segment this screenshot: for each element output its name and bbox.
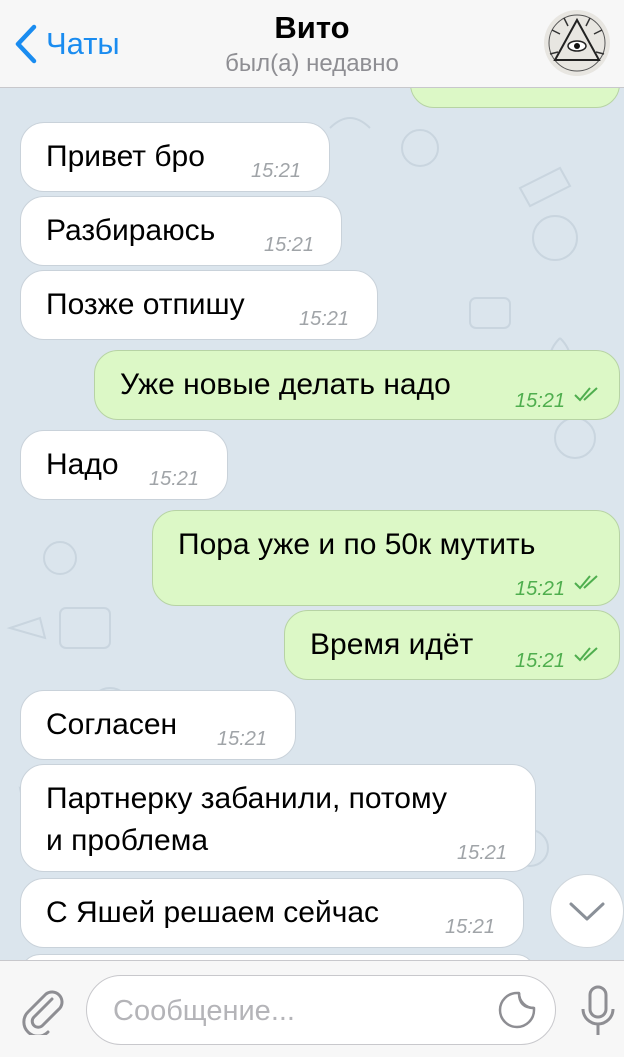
message-time: 15:21	[251, 160, 302, 182]
message-bubble-outgoing[interactable]: Пора уже и по 50к мутить 15:21	[152, 510, 620, 606]
message-time: 15:21	[217, 728, 268, 750]
sticker-icon[interactable]	[497, 990, 537, 1030]
message-bubble-partial	[410, 88, 620, 108]
chat-header: Чаты Вито был(а) недавно	[0, 0, 624, 88]
paperclip-icon[interactable]	[18, 985, 68, 1035]
message-text: Время идёт	[310, 628, 474, 661]
message-bubble-incoming[interactable]: Привет бро 15:21	[20, 122, 330, 192]
double-check-icon	[574, 647, 598, 662]
message-text: Позже отпишу	[46, 288, 245, 321]
message-bubble-outgoing[interactable]: Уже новые делать надо 15:21	[94, 350, 620, 420]
message-bubble-incoming[interactable]: Надо 15:21	[20, 430, 228, 500]
message-text-line-1: Партнерку забанили, потому	[46, 782, 447, 815]
double-check-icon	[574, 387, 598, 402]
message-bubble-outgoing[interactable]: Время идёт 15:21	[284, 610, 620, 680]
message-time: 15:21	[149, 468, 200, 490]
message-bubble-incoming[interactable]: Разбираюсь 15:21	[20, 196, 342, 266]
message-text: Разбираюсь	[46, 214, 216, 247]
contact-status: был(а) недавно	[225, 50, 399, 77]
message-text: Пора уже и по 50к мутить	[178, 528, 536, 561]
chevron-down-icon	[569, 902, 605, 921]
message-time: 15:21	[515, 390, 566, 412]
message-time: 15:21	[515, 650, 566, 672]
message-text: Надо	[46, 448, 119, 481]
message-input[interactable]	[111, 986, 485, 1036]
message-bubble-incoming[interactable]: Согласен 15:21	[20, 690, 296, 760]
message-bubble-incoming[interactable]: С Яшей решаем сейчас 15:21	[20, 878, 524, 948]
double-check-icon	[574, 575, 598, 590]
message-input-bar	[0, 960, 624, 1057]
message-text-line-2: и проблема	[46, 824, 209, 857]
scroll-to-bottom-button[interactable]	[550, 874, 624, 948]
avatar[interactable]	[544, 10, 610, 76]
message-text: Привет бро	[46, 140, 205, 173]
message-time: 15:21	[445, 916, 496, 938]
message-time: 15:21	[457, 842, 508, 864]
microphone-icon[interactable]	[578, 983, 618, 1039]
chat-title[interactable]: Вито	[0, 10, 624, 46]
message-text: Уже новые делать надо	[120, 368, 451, 401]
message-time: 15:21	[264, 234, 315, 256]
message-bubble-incoming[interactable]: Позже отпишу 15:21	[20, 270, 378, 340]
message-bubble-incoming[interactable]: Партнерку забанили, потому и проблема 15…	[20, 764, 536, 872]
message-field[interactable]	[86, 975, 556, 1045]
message-text: С Яшей решаем сейчас	[46, 896, 380, 929]
message-time: 15:21	[515, 578, 566, 600]
message-list[interactable]: Привет бро 15:21 Разбираюсь 15:21 Позже …	[0, 88, 624, 960]
message-time: 15:21	[299, 308, 350, 330]
message-text: Согласен	[46, 708, 178, 741]
